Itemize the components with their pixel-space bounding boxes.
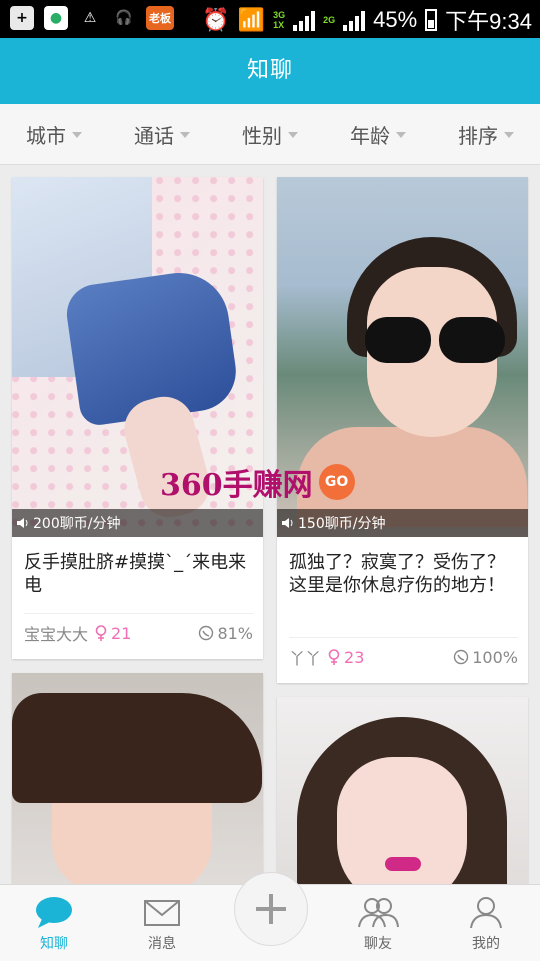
wechat-icon: ● bbox=[44, 6, 68, 30]
battery-icon bbox=[425, 9, 438, 31]
speaker-icon bbox=[17, 518, 28, 528]
profile-card[interactable] bbox=[12, 673, 263, 913]
network-3g-label: 3G 1X bbox=[273, 10, 286, 30]
add-button[interactable] bbox=[234, 872, 308, 946]
answer-rate: 100% bbox=[453, 648, 518, 667]
rate-value: 81% bbox=[217, 623, 253, 643]
card-meta: 宝宝大大 21 81% bbox=[24, 613, 253, 652]
speaker-icon bbox=[282, 518, 293, 528]
caret-down-icon bbox=[504, 132, 514, 138]
headset-icon: 🎧 bbox=[115, 10, 133, 26]
watermark-text: 360手赚网 bbox=[160, 468, 313, 503]
envelope-icon bbox=[144, 900, 180, 926]
page-title: 知聊 bbox=[0, 38, 540, 104]
caret-down-icon bbox=[396, 132, 406, 138]
network-2g-label: 2G bbox=[323, 15, 336, 25]
profile-card[interactable]: 150聊币/分钟 孤独了？寂寞了？受伤了？这里是你休息疗伤的地方！ 丫丫 23 … bbox=[277, 177, 528, 683]
filter-label: 通话 bbox=[134, 123, 174, 148]
caret-down-icon bbox=[288, 132, 298, 138]
username: 丫丫 bbox=[289, 649, 322, 668]
status-time: 下午9:34 bbox=[445, 9, 532, 34]
nav-label: 知聊 bbox=[40, 936, 68, 952]
profile-photo bbox=[12, 673, 263, 913]
plus-icon bbox=[256, 894, 286, 924]
price-text: 150聊币/分钟 bbox=[298, 516, 386, 532]
caret-down-icon bbox=[180, 132, 190, 138]
battery-percent: 45% bbox=[373, 7, 418, 32]
filter-city[interactable]: 城市 bbox=[0, 104, 108, 164]
nav-label: 消息 bbox=[148, 936, 176, 952]
filter-label: 排序 bbox=[458, 123, 498, 148]
filter-gender[interactable]: 性别 bbox=[216, 104, 324, 164]
phone-circle-icon bbox=[199, 625, 214, 641]
watermark-go-badge: GO bbox=[318, 464, 355, 500]
filter-label: 年龄 bbox=[350, 123, 390, 148]
card-meta: 丫丫 23 100% bbox=[289, 637, 518, 676]
price-tag: 150聊币/分钟 bbox=[277, 509, 528, 537]
watermark: 360手赚网 GO bbox=[160, 460, 355, 504]
female-icon bbox=[95, 625, 107, 641]
app-notification-icon: 老板 bbox=[146, 6, 174, 30]
phone-circle-icon bbox=[454, 649, 469, 665]
age-value: 21 bbox=[111, 623, 132, 643]
card-title: 孤独了？寂寞了？受伤了？这里是你休息疗伤的地方！ bbox=[289, 552, 505, 596]
wifi-icon: 📶 bbox=[237, 7, 266, 32]
friends-icon bbox=[358, 898, 399, 928]
card-title: 反手摸肚脐#摸摸ˋ_ˊ来电来电 bbox=[24, 552, 247, 596]
caret-down-icon bbox=[72, 132, 82, 138]
chat-bubble-icon bbox=[36, 897, 72, 928]
price-tag: 200聊币/分钟 bbox=[12, 509, 263, 537]
female-icon bbox=[328, 649, 340, 665]
signal-bars-icon bbox=[293, 9, 316, 31]
nav-messages[interactable]: 消息 bbox=[108, 891, 216, 953]
profile-card[interactable]: 200聊币/分钟 反手摸肚脐#摸摸ˋ_ˊ来电来电 宝宝大大 21 81% bbox=[12, 177, 263, 659]
gender-age: 23 bbox=[327, 648, 364, 667]
answer-rate: 81% bbox=[198, 624, 253, 643]
gender-age: 21 bbox=[94, 624, 131, 643]
warning-icon: ⚠ bbox=[83, 10, 97, 26]
username: 宝宝大大 bbox=[24, 625, 89, 644]
nav-zhiliao[interactable]: 知聊 bbox=[0, 891, 108, 953]
filter-call[interactable]: 通话 bbox=[108, 104, 216, 164]
nav-label: 聊友 bbox=[364, 936, 392, 952]
filter-bar: 城市 通话 性别 年龄 排序 bbox=[0, 104, 540, 165]
nav-label: 我的 bbox=[472, 936, 500, 952]
signal-bars-2-icon bbox=[343, 9, 366, 31]
age-value: 23 bbox=[344, 647, 365, 667]
filter-age[interactable]: 年龄 bbox=[324, 104, 432, 164]
filter-sort[interactable]: 排序 bbox=[432, 104, 540, 164]
person-icon bbox=[470, 897, 502, 929]
filter-label: 性别 bbox=[242, 123, 282, 148]
nav-friends[interactable]: 聊友 bbox=[324, 891, 432, 953]
filter-label: 城市 bbox=[26, 123, 66, 148]
rate-value: 100% bbox=[472, 647, 518, 667]
add-notification-icon: + bbox=[10, 6, 34, 30]
status-bar: + ● ⚠ 🎧 老板 ⏰ 📶 3G 1X 2G 45% 下午9:34 bbox=[0, 0, 540, 38]
price-text: 200聊币/分钟 bbox=[33, 516, 121, 532]
alarm-icon: ⏰ bbox=[202, 7, 230, 32]
nav-profile[interactable]: 我的 bbox=[432, 891, 540, 953]
